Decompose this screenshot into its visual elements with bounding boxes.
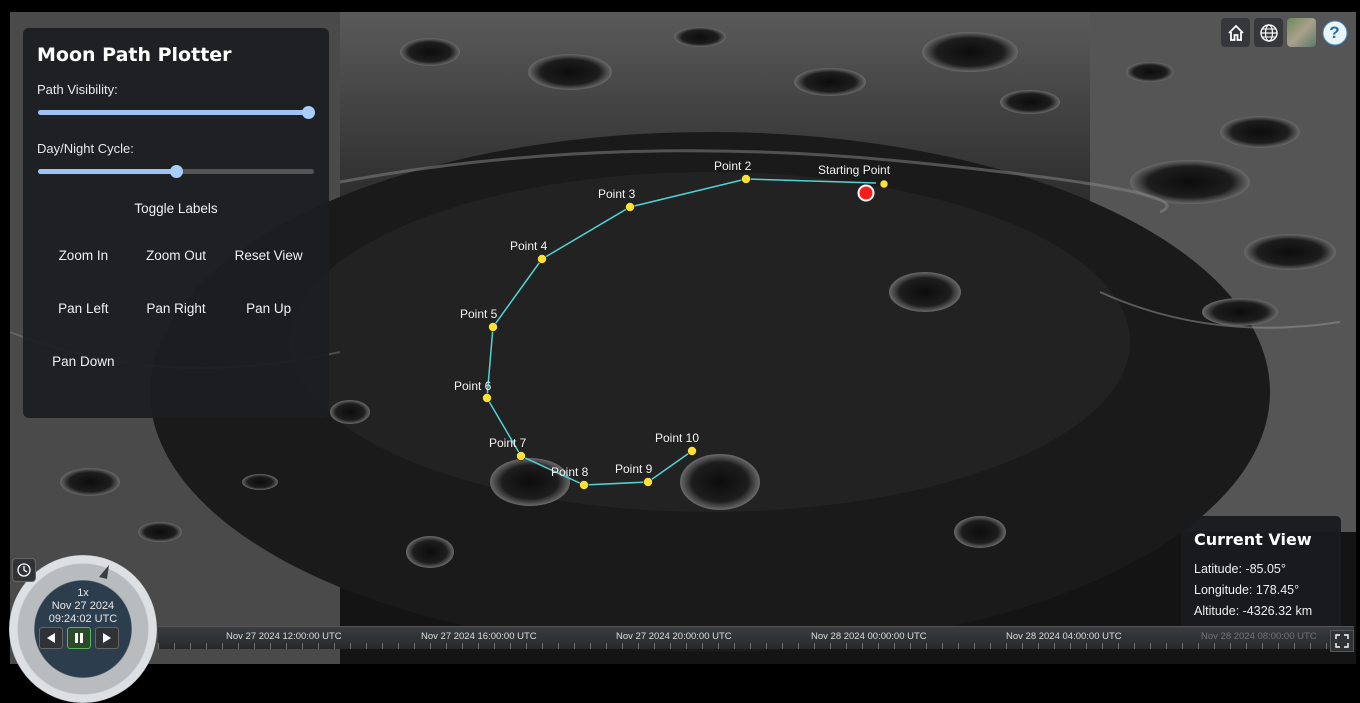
- animation-date: Nov 27 2024: [51, 600, 115, 612]
- waypoint-marker[interactable]: [537, 254, 547, 264]
- zoom-out-button[interactable]: Zoom Out: [130, 248, 223, 263]
- imagery-layer-icon[interactable]: [1287, 18, 1316, 47]
- label-point-3: Point 3: [598, 187, 636, 201]
- start-waypoint-marker[interactable]: [879, 179, 889, 189]
- timeline-ticks: [158, 643, 1354, 649]
- waypoint-marker[interactable]: [488, 322, 498, 332]
- waypoint-marker[interactable]: [687, 446, 697, 456]
- slider-thumb[interactable]: [302, 106, 315, 119]
- pause-button[interactable]: [67, 627, 91, 649]
- label-point-7: Point 7: [489, 436, 527, 450]
- timeline-label: Nov 28 2024 00:00:00 UTC: [811, 631, 927, 642]
- reset-view-button[interactable]: Reset View: [222, 248, 315, 263]
- day-night-label: Day/Night Cycle:: [37, 141, 134, 156]
- waypoint-marker[interactable]: [516, 451, 526, 461]
- pan-down-button[interactable]: Pan Down: [37, 354, 130, 369]
- animation-time: 09:24:02 UTC: [48, 613, 118, 625]
- path-visibility-label: Path Visibility:: [37, 82, 118, 97]
- control-panel: Moon Path Plotter Path Visibility: Day/N…: [23, 28, 329, 418]
- slider-fill: [38, 169, 175, 174]
- fullscreen-icon[interactable]: [1330, 630, 1354, 652]
- panel-title: Moon Path Plotter: [37, 44, 232, 66]
- waypoint-marker[interactable]: [643, 477, 653, 487]
- globe-icon[interactable]: [1254, 18, 1283, 47]
- clock-icon[interactable]: [12, 558, 36, 582]
- pan-left-button[interactable]: Pan Left: [37, 301, 130, 316]
- timeline-label: Nov 28 2024 08:00:00 UTC: [1201, 631, 1317, 642]
- latitude-readout: Latitude: -85.05°: [1194, 562, 1286, 576]
- longitude-readout: Longitude: 178.45°: [1194, 583, 1300, 597]
- label-starting-point: Starting Point: [818, 163, 891, 177]
- timeline-label: Nov 27 2024 12:00:00 UTC: [226, 631, 342, 642]
- label-point-4: Point 4: [510, 239, 548, 253]
- play-reverse-button[interactable]: [39, 627, 63, 649]
- viewer-toolbar: ?: [1221, 18, 1349, 47]
- current-position-marker[interactable]: [857, 184, 875, 202]
- current-view-title: Current View: [1194, 530, 1312, 549]
- timeline-label: Nov 27 2024 20:00:00 UTC: [616, 631, 732, 642]
- toggle-labels-button[interactable]: Toggle Labels: [134, 201, 217, 216]
- speed-knob-icon[interactable]: [95, 563, 113, 581]
- waypoint-marker[interactable]: [625, 202, 635, 212]
- label-point-8: Point 8: [551, 465, 589, 479]
- altitude-readout: Altitude: -4326.32 km: [1194, 604, 1313, 618]
- help-icon[interactable]: ?: [1320, 18, 1349, 47]
- label-point-6: Point 6: [454, 379, 492, 393]
- day-night-slider[interactable]: [37, 165, 315, 178]
- timeline-label: Nov 27 2024 16:00:00 UTC: [421, 631, 537, 642]
- waypoint-marker[interactable]: [482, 393, 492, 403]
- zoom-in-button[interactable]: Zoom In: [37, 248, 130, 263]
- pan-right-button[interactable]: Pan Right: [130, 301, 223, 316]
- timeline-bar[interactable]: Nov 27 2024 12:00:00 UTC Nov 27 2024 16:…: [158, 626, 1354, 649]
- path-visibility-slider[interactable]: [37, 106, 315, 119]
- help-glyph: ?: [1329, 22, 1340, 42]
- label-point-5: Point 5: [460, 307, 498, 321]
- waypoint-marker[interactable]: [579, 480, 589, 490]
- play-forward-button[interactable]: [95, 627, 119, 649]
- label-point-9: Point 9: [615, 462, 653, 476]
- waypoint-marker[interactable]: [741, 174, 751, 184]
- label-point-10: Point 10: [655, 431, 699, 445]
- home-icon[interactable]: [1221, 18, 1250, 47]
- label-point-2: Point 2: [714, 159, 752, 173]
- pan-up-button[interactable]: Pan Up: [222, 301, 315, 316]
- slider-thumb[interactable]: [170, 165, 183, 178]
- slider-fill: [38, 110, 314, 115]
- current-view-panel: Current View Latitude: -85.05° Longitude…: [1181, 516, 1341, 638]
- animation-speed: 1x: [77, 587, 89, 599]
- timeline-label: Nov 28 2024 04:00:00 UTC: [1006, 631, 1122, 642]
